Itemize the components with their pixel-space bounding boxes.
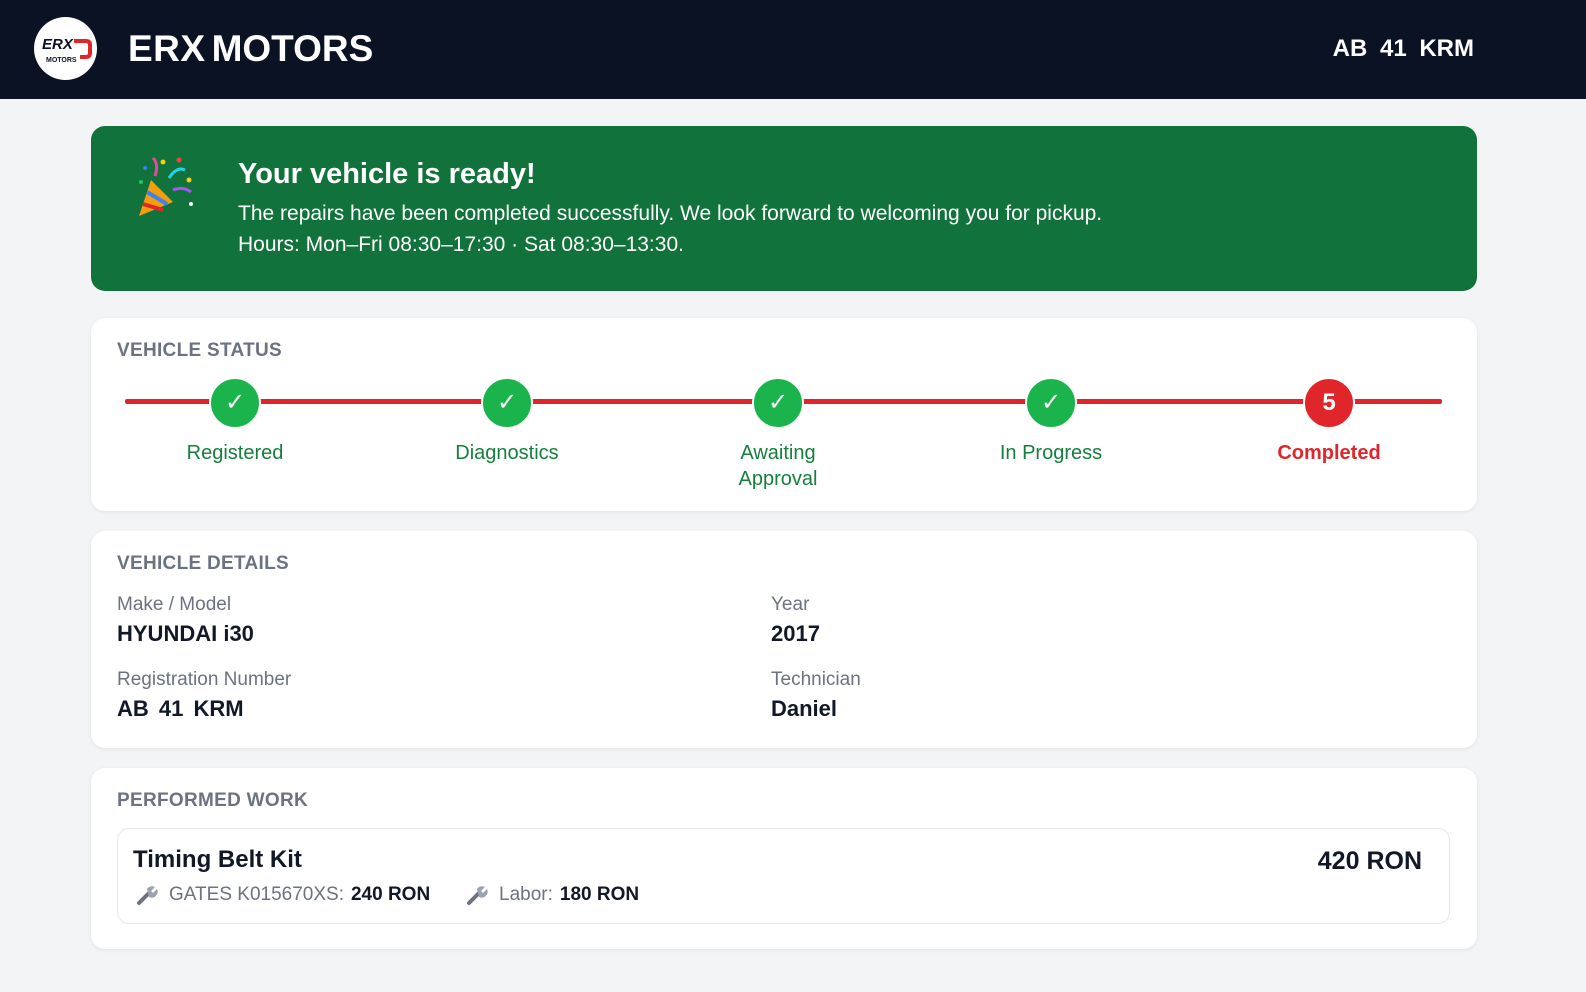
status-step-registered: ✓ Registered (135, 377, 335, 466)
technician-label: Technician (771, 669, 861, 690)
work-item-name: Timing Belt Kit (133, 846, 302, 873)
year-label: Year (771, 594, 810, 615)
vehicle-ready-banner: Your vehicle is ready! The repairs have … (91, 126, 1477, 291)
part-label: GATES K015670XS: (169, 884, 344, 905)
work-item-labor: Labor: 180 RON (465, 882, 639, 908)
wrench-icon (137, 886, 158, 905)
wrench-icon (467, 886, 488, 905)
vehicle-details-card: VEHICLE DETAILS Make / Model HYUNDAI i30… (91, 531, 1477, 748)
step-label: Awaiting Approval (738, 442, 818, 490)
step-number-badge: 5 (1303, 377, 1355, 429)
erx-logo-icon: ERX MOTORS (42, 36, 92, 64)
work-item: Timing Belt Kit 420 RON GATES K015670XS:… (117, 828, 1450, 924)
svg-text:ERX: ERX (42, 36, 74, 53)
make-model-label: Make / Model (117, 594, 232, 615)
step-label: Diagnostics (455, 442, 559, 464)
labor-label: Labor: (499, 884, 553, 905)
make-model-value: HYUNDAI i30 (117, 621, 254, 646)
svg-text:MOTORS: MOTORS (46, 57, 77, 64)
work-item-part: GATES K015670XS: 240 RON (135, 882, 430, 908)
step-label: Registered (186, 442, 284, 464)
brand-name: ERX MOTORS (128, 28, 373, 70)
status-step-in-progress: ✓ In Progress (951, 377, 1151, 466)
brand-secondary: MOTORS (211, 28, 374, 69)
brand-primary: ERX (128, 28, 206, 69)
check-icon: ✓ (752, 377, 804, 429)
check-icon: ✓ (209, 377, 261, 429)
header-plate: AB 41 KRM (1332, 35, 1474, 62)
status-step-diagnostics: ✓ Diagnostics (407, 377, 607, 466)
check-icon: ✓ (481, 377, 533, 429)
brand-logo[interactable]: ERX MOTORS (34, 17, 97, 80)
banner-message: The repairs have been completed successf… (238, 202, 1103, 225)
work-item-total: 420 RON (1317, 847, 1422, 875)
step-label: Completed (1277, 442, 1381, 464)
banner-title: Your vehicle is ready! (238, 158, 536, 190)
status-step-awaiting-approval: ✓ Awaiting Approval (678, 377, 878, 492)
party-popper-icon (139, 156, 193, 216)
technician-value: Daniel (771, 696, 838, 721)
part-price: 240 RON (350, 884, 431, 905)
status-step-completed: 5 Completed (1229, 377, 1429, 466)
performed-work-title: PERFORMED WORK (117, 790, 309, 811)
labor-price: 180 RON (559, 884, 640, 905)
performed-work-card: PERFORMED WORK Timing Belt Kit 420 RON G… (91, 768, 1477, 949)
step-label: In Progress (999, 442, 1103, 464)
banner-hours: Hours: Mon–Fri 08:30–17:30 · Sat 08:30–1… (238, 233, 684, 256)
year-value: 2017 (771, 621, 820, 646)
vehicle-status-card: VEHICLE STATUS ✓ Registered ✓ Diagnostic… (91, 318, 1477, 511)
vehicle-details-title: VEHICLE DETAILS (117, 553, 289, 574)
vehicle-status-title: VEHICLE STATUS (117, 340, 283, 361)
check-icon: ✓ (1025, 377, 1077, 429)
top-bar: ERX MOTORS ERX MOTORS AB 41 KRM (0, 0, 1586, 99)
registration-label: Registration Number (117, 669, 292, 690)
registration-value: AB 41 KRM (117, 696, 244, 721)
